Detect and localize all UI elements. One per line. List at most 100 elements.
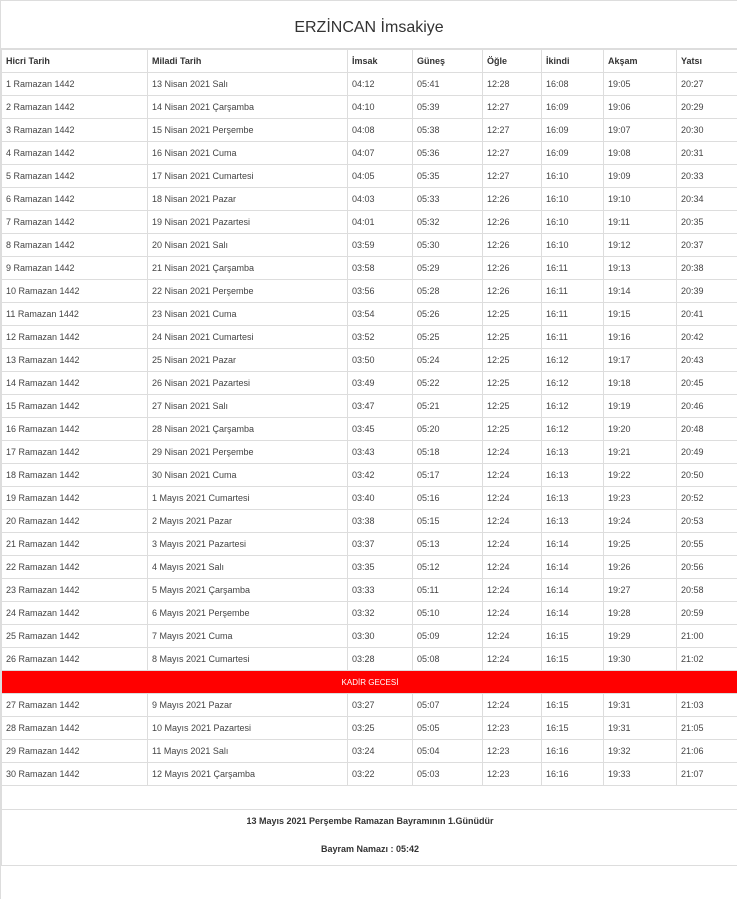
cell-hicri-tarih: 29 Ramazan 1442	[1, 739, 148, 763]
cell-ogle: 12:26	[482, 187, 542, 211]
cell-ogle: 12:24	[482, 486, 542, 510]
cell-hicri-tarih: 7 Ramazan 1442	[1, 210, 148, 234]
cell-hicri-tarih: 19 Ramazan 1442	[1, 486, 148, 510]
cell-ogle: 12:24	[482, 647, 542, 671]
header-imsak: İmsak	[347, 49, 413, 73]
table-row: 16 Ramazan 1442 28 Nisan 2021 Çarşamba 03:…	[1, 417, 737, 441]
cell-imsak: 03:25	[347, 716, 413, 740]
cell-hicri-tarih: 27 Ramazan 1442	[1, 693, 148, 717]
cell-ogle: 12:23	[482, 739, 542, 763]
header-hicri-tarih: Hicri Tarih	[1, 49, 148, 73]
cell-gunes: 05:12	[412, 555, 483, 579]
cell-gunes: 05:21	[412, 394, 483, 418]
cell-ikindi: 16:11	[541, 279, 604, 303]
cell-imsak: 03:35	[347, 555, 413, 579]
cell-hicri-tarih: 8 Ramazan 1442	[1, 233, 148, 257]
cell-hicri-tarih: 6 Ramazan 1442	[1, 187, 148, 211]
cell-ikindi: 16:11	[541, 256, 604, 280]
cell-gunes: 05:13	[412, 532, 483, 556]
cell-ogle: 12:24	[482, 578, 542, 602]
cell-yatsi: 20:30	[676, 118, 737, 142]
cell-miladi-tarih: 11 Mayıs 2021 Salı	[147, 739, 348, 763]
cell-miladi-tarih: 22 Nisan 2021 Perşembe	[147, 279, 348, 303]
cell-gunes: 05:07	[412, 693, 483, 717]
cell-hicri-tarih: 18 Ramazan 1442	[1, 463, 148, 487]
cell-aksam: 19:08	[603, 141, 677, 165]
cell-ogle: 12:24	[482, 509, 542, 533]
table-row: 5 Ramazan 1442 17 Nisan 2021 Cumartesi 04:…	[1, 164, 737, 188]
table-row: 22 Ramazan 1442 4 Mayıs 2021 Salı 03:35 05:…	[1, 555, 737, 579]
cell-yatsi: 20:29	[676, 95, 737, 119]
cell-ogle: 12:24	[482, 624, 542, 648]
cell-ikindi: 16:14	[541, 601, 604, 625]
table-row: 1 Ramazan 1442 13 Nisan 2021 Salı 04:12 05:…	[1, 72, 737, 96]
cell-imsak: 03:33	[347, 578, 413, 602]
table-row: 6 Ramazan 1442 18 Nisan 2021 Pazar 04:03 05…	[1, 187, 737, 211]
header-gunes: Güneş	[412, 49, 483, 73]
cell-gunes: 05:33	[412, 187, 483, 211]
cell-miladi-tarih: 19 Nisan 2021 Pazartesi	[147, 210, 348, 234]
cell-hicri-tarih: 14 Ramazan 1442	[1, 371, 148, 395]
cell-imsak: 04:01	[347, 210, 413, 234]
cell-miladi-tarih: 1 Mayıs 2021 Cumartesi	[147, 486, 348, 510]
cell-miladi-tarih: 26 Nisan 2021 Pazartesi	[147, 371, 348, 395]
cell-imsak: 03:49	[347, 371, 413, 395]
cell-yatsi: 21:06	[676, 739, 737, 763]
footer-cell: 13 Mayıs 2021 Perşembe Ramazan Bayramını…	[1, 809, 737, 866]
cell-imsak: 04:08	[347, 118, 413, 142]
table-footer-section: 13 Mayıs 2021 Perşembe Ramazan Bayramını…	[1, 785, 737, 866]
cell-yatsi: 21:07	[676, 762, 737, 786]
cell-yatsi: 20:27	[676, 72, 737, 96]
cell-imsak: 03:38	[347, 509, 413, 533]
cell-yatsi: 20:53	[676, 509, 737, 533]
cell-ikindi: 16:13	[541, 440, 604, 464]
cell-ikindi: 16:09	[541, 141, 604, 165]
cell-aksam: 19:14	[603, 279, 677, 303]
cell-yatsi: 20:48	[676, 417, 737, 441]
cell-hicri-tarih: 10 Ramazan 1442	[1, 279, 148, 303]
cell-gunes: 05:28	[412, 279, 483, 303]
cell-miladi-tarih: 25 Nisan 2021 Pazar	[147, 348, 348, 372]
cell-ogle: 12:27	[482, 95, 542, 119]
imsakiye-table: Hicri Tarih Miladi Tarih İmsak Güneş Öğl…	[1, 49, 737, 866]
cell-imsak: 03:28	[347, 647, 413, 671]
cell-gunes: 05:10	[412, 601, 483, 625]
cell-yatsi: 20:43	[676, 348, 737, 372]
cell-imsak: 03:27	[347, 693, 413, 717]
cell-yatsi: 20:55	[676, 532, 737, 556]
cell-aksam: 19:11	[603, 210, 677, 234]
cell-gunes: 05:17	[412, 463, 483, 487]
cell-yatsi: 20:39	[676, 279, 737, 303]
cell-hicri-tarih: 2 Ramazan 1442	[1, 95, 148, 119]
cell-miladi-tarih: 12 Mayıs 2021 Çarşamba	[147, 762, 348, 786]
cell-ogle: 12:26	[482, 279, 542, 303]
cell-aksam: 19:06	[603, 95, 677, 119]
cell-ikindi: 16:11	[541, 302, 604, 326]
cell-hicri-tarih: 5 Ramazan 1442	[1, 164, 148, 188]
cell-miladi-tarih: 14 Nisan 2021 Çarşamba	[147, 95, 348, 119]
cell-miladi-tarih: 27 Nisan 2021 Salı	[147, 394, 348, 418]
cell-aksam: 19:21	[603, 440, 677, 464]
cell-ikindi: 16:09	[541, 118, 604, 142]
cell-imsak: 03:54	[347, 302, 413, 326]
table-row: 21 Ramazan 1442 3 Mayıs 2021 Pazartesi 03:…	[1, 532, 737, 556]
cell-hicri-tarih: 13 Ramazan 1442	[1, 348, 148, 372]
cell-hicri-tarih: 3 Ramazan 1442	[1, 118, 148, 142]
cell-hicri-tarih: 25 Ramazan 1442	[1, 624, 148, 648]
cell-ikindi: 16:09	[541, 95, 604, 119]
cell-imsak: 03:30	[347, 624, 413, 648]
cell-yatsi: 21:00	[676, 624, 737, 648]
spacer-row	[1, 785, 737, 810]
cell-imsak: 03:58	[347, 256, 413, 280]
table-row: 29 Ramazan 1442 11 Mayıs 2021 Salı 03:24 05…	[1, 739, 737, 763]
cell-miladi-tarih: 21 Nisan 2021 Çarşamba	[147, 256, 348, 280]
cell-ikindi: 16:16	[541, 762, 604, 786]
cell-yatsi: 20:38	[676, 256, 737, 280]
cell-gunes: 05:35	[412, 164, 483, 188]
cell-miladi-tarih: 20 Nisan 2021 Salı	[147, 233, 348, 257]
cell-ogle: 12:24	[482, 601, 542, 625]
cell-miladi-tarih: 17 Nisan 2021 Cumartesi	[147, 164, 348, 188]
cell-aksam: 19:19	[603, 394, 677, 418]
table-row: 19 Ramazan 1442 1 Mayıs 2021 Cumartesi 03:…	[1, 486, 737, 510]
cell-aksam: 19:31	[603, 716, 677, 740]
